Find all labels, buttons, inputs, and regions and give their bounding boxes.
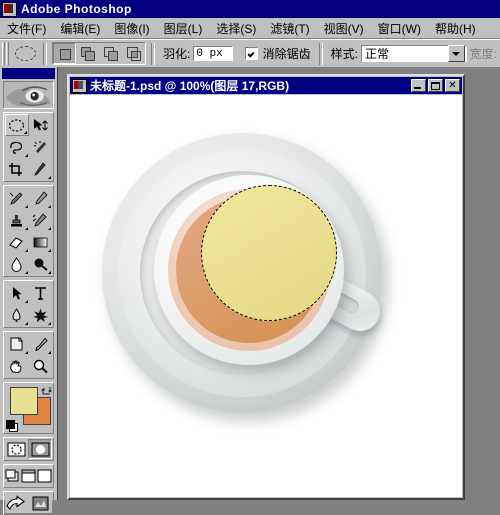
- gradient-tool[interactable]: [28, 231, 52, 253]
- photoshop-window: Adobe Photoshop 文件(F) 编辑(E) 图像(I) 图层(L) …: [0, 0, 500, 515]
- zoom-tool[interactable]: [28, 355, 52, 377]
- menu-file[interactable]: 文件(F): [0, 18, 53, 39]
- full-screen-mode-button[interactable]: [36, 466, 53, 486]
- magic-wand-tool[interactable]: [28, 136, 52, 158]
- standard-mode-button[interactable]: [5, 439, 29, 459]
- antialias-checkbox[interactable]: [244, 47, 258, 60]
- feather-label: 羽化:: [163, 47, 191, 61]
- jump-to-imageready-button[interactable]: [5, 493, 29, 513]
- options-bar-grip[interactable]: [2, 42, 9, 65]
- document-icon: [72, 78, 87, 93]
- style-value: 正常: [364, 47, 389, 61]
- separator: [318, 42, 323, 65]
- document-window: 未标题-1.psd @ 100%(图层 17,RGB) ✕: [67, 74, 465, 500]
- chevron-down-icon[interactable]: [447, 45, 465, 62]
- dodge-tool[interactable]: [28, 253, 52, 275]
- type-tool[interactable]: [28, 282, 52, 304]
- menu-filter[interactable]: 滤镜(T): [263, 18, 316, 39]
- jump-to-group: [3, 491, 54, 515]
- separator: [151, 42, 155, 65]
- color-swatches: [3, 382, 54, 434]
- elliptical-marquee-tool[interactable]: [5, 114, 29, 136]
- pen-tool[interactable]: [5, 304, 29, 326]
- clone-stamp-tool[interactable]: [5, 209, 29, 231]
- hand-tool[interactable]: [5, 355, 29, 377]
- style-label: 样式:: [330, 47, 358, 61]
- tool-options-bar: 羽化: 0 px 消除锯齿 样式: 正常 宽度:: [0, 39, 500, 68]
- style-select[interactable]: 正常: [360, 45, 467, 62]
- notes-tool[interactable]: [5, 333, 29, 355]
- feather-input[interactable]: 0 px: [193, 46, 234, 61]
- document-title: 未标题-1.psd @ 100%(图层 17,RGB): [90, 79, 290, 93]
- crop-tool[interactable]: [5, 158, 29, 180]
- quick-mask-mode-button[interactable]: [28, 439, 52, 459]
- swap-colors-icon[interactable]: [41, 385, 52, 395]
- menu-help[interactable]: 帮助(H): [428, 18, 483, 39]
- width-label: 宽度:: [469, 47, 497, 61]
- tool-group-vector: [3, 280, 54, 328]
- lasso-tool[interactable]: [5, 136, 29, 158]
- menu-window[interactable]: 窗口(W): [371, 18, 428, 39]
- imageready-preview-button[interactable]: [28, 493, 52, 513]
- mask-mode-group: [3, 437, 54, 461]
- document-title-bar[interactable]: 未标题-1.psd @ 100%(图层 17,RGB) ✕: [70, 77, 462, 94]
- application-title-bar: Adobe Photoshop: [0, 0, 500, 18]
- window-buttons: ✕: [411, 79, 460, 92]
- eraser-tool[interactable]: [5, 231, 29, 253]
- maximize-button[interactable]: [428, 79, 443, 92]
- intersect-with-selection-button[interactable]: [122, 43, 145, 64]
- custom-shape-tool[interactable]: [28, 304, 52, 326]
- toolbox-palette: [0, 67, 58, 515]
- healing-brush-tool[interactable]: [5, 187, 29, 209]
- menu-view[interactable]: 视图(V): [317, 18, 371, 39]
- full-screen-menubar-mode-button[interactable]: [20, 466, 37, 486]
- elliptical-marquee-icon[interactable]: [12, 42, 38, 65]
- screen-mode-group: [3, 464, 54, 488]
- history-brush-tool[interactable]: [28, 209, 52, 231]
- image-canvas[interactable]: [70, 95, 462, 497]
- blur-tool[interactable]: [5, 253, 29, 275]
- tool-group-utility: [3, 331, 54, 379]
- separator: [43, 42, 47, 65]
- standard-screen-mode-button[interactable]: [5, 466, 21, 486]
- photoshop-app-icon[interactable]: [2, 1, 17, 17]
- close-button[interactable]: ✕: [445, 79, 460, 92]
- menu-edit[interactable]: 编辑(E): [53, 18, 107, 39]
- canvas-viewport[interactable]: [70, 95, 462, 497]
- eyedropper-tool[interactable]: [28, 333, 52, 355]
- menu-select[interactable]: 选择(S): [209, 18, 263, 39]
- elliptical-selection[interactable]: [201, 185, 337, 321]
- menu-layer[interactable]: 图层(L): [157, 18, 210, 39]
- eye-banner-image[interactable]: [3, 81, 54, 109]
- subtract-from-selection-button[interactable]: [99, 43, 122, 64]
- tool-group-painting: [3, 185, 54, 277]
- move-tool[interactable]: [28, 114, 52, 136]
- application-title: Adobe Photoshop: [21, 2, 132, 16]
- add-to-selection-button[interactable]: [76, 43, 99, 64]
- toolbox-title-bar[interactable]: [2, 68, 55, 79]
- minimize-button[interactable]: [411, 79, 426, 92]
- antialias-label: 消除锯齿: [262, 47, 311, 61]
- foreground-color-swatch[interactable]: [10, 387, 38, 415]
- slice-tool[interactable]: [28, 158, 52, 180]
- new-selection-button[interactable]: [53, 43, 76, 64]
- selection-mode-group: [52, 42, 146, 65]
- menu-bar: 文件(F) 编辑(E) 图像(I) 图层(L) 选择(S) 滤镜(T) 视图(V…: [0, 18, 500, 39]
- brush-tool[interactable]: [28, 187, 52, 209]
- default-colors-icon[interactable]: [6, 420, 18, 432]
- menu-image[interactable]: 图像(I): [107, 18, 156, 39]
- tool-group-selection: [3, 112, 54, 182]
- path-selection-tool[interactable]: [5, 282, 29, 304]
